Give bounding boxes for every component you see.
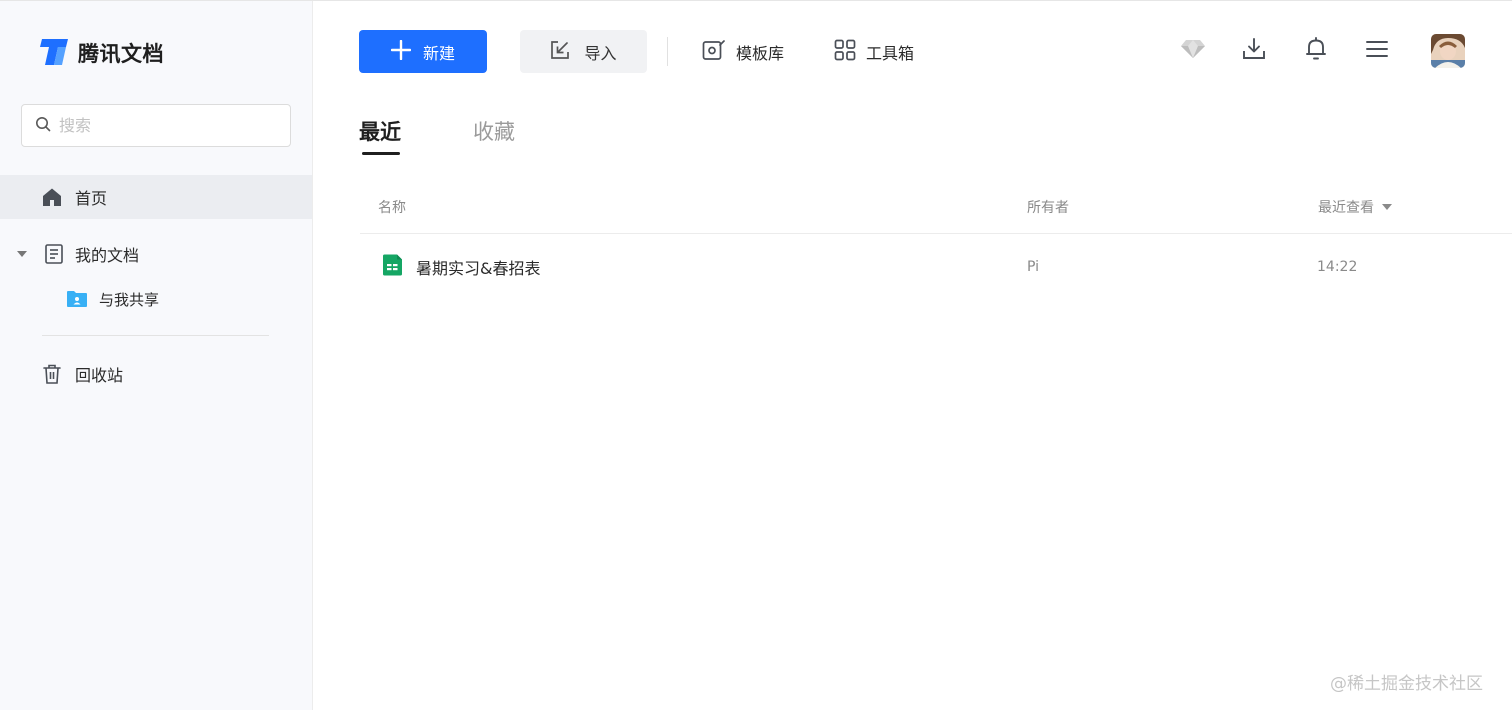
document-icon: [43, 243, 65, 265]
active-tab-indicator: [362, 152, 400, 155]
column-header-last-viewed[interactable]: 最近查看: [1318, 197, 1392, 217]
user-avatar[interactable]: [1431, 34, 1465, 68]
home-icon: [41, 186, 63, 208]
expand-caret-icon[interactable]: [17, 251, 27, 257]
menu-icon: [1366, 40, 1388, 62]
toolbox-button[interactable]: 工具箱: [834, 30, 914, 73]
import-button-label: 导入: [584, 43, 617, 63]
template-library-button[interactable]: 模板库: [702, 30, 784, 73]
import-icon: [550, 40, 570, 64]
sidebar-item-label: 与我共享: [99, 290, 160, 309]
sidebar-item-label: 我的文档: [75, 246, 140, 265]
watermark: @稀土掘金技术社区: [1330, 674, 1483, 694]
column-header-name: 名称: [378, 200, 406, 216]
download-icon: [1242, 38, 1266, 64]
column-header-owner: 所有者: [1027, 200, 1069, 216]
table-row[interactable]: 暑期实习&春招表 Pi 14:22: [360, 245, 1512, 289]
file-name: 暑期实习&春招表: [416, 259, 541, 278]
trash-icon: [41, 363, 63, 385]
bell-icon: [1305, 37, 1327, 65]
column-header-label: 最近查看: [1318, 200, 1374, 216]
sidebar: 腾讯文档 首页: [0, 1, 313, 710]
file-owner: Pi: [1027, 259, 1040, 275]
grid-icon: [834, 39, 856, 65]
sort-caret-icon: [1382, 204, 1392, 210]
sidebar-item-shared-with-me[interactable]: 与我共享: [0, 277, 312, 321]
app-window: 腾讯文档 首页: [0, 0, 1512, 710]
diamond-icon: [1180, 39, 1206, 63]
search-input[interactable]: [59, 116, 269, 135]
membership-button[interactable]: [1179, 37, 1207, 65]
toolbar-divider: [667, 37, 668, 66]
sidebar-item-label: 首页: [75, 189, 108, 208]
tencent-docs-logo-icon: [38, 36, 72, 70]
table-header-divider: [360, 233, 1512, 234]
app-name: 腾讯文档: [78, 42, 164, 66]
sidebar-item-trash[interactable]: 回收站: [0, 352, 312, 396]
download-button[interactable]: [1240, 37, 1268, 65]
plus-icon: [390, 39, 412, 64]
template-library-label: 模板库: [736, 43, 785, 63]
notifications-button[interactable]: [1302, 37, 1330, 65]
new-button[interactable]: 新建: [359, 30, 487, 73]
sidebar-item-label: 回收站: [75, 366, 124, 385]
app-logo[interactable]: 腾讯文档: [38, 36, 164, 70]
shared-folder-icon: [66, 288, 88, 310]
import-button[interactable]: 导入: [520, 30, 647, 73]
toolbox-label: 工具箱: [866, 43, 915, 63]
sidebar-divider: [42, 335, 269, 336]
file-name-cell: 暑期实习&春招表: [382, 245, 540, 289]
file-last-viewed: 14:22: [1317, 259, 1358, 275]
tab-favorites[interactable]: 收藏: [473, 116, 515, 146]
sidebar-item-my-docs[interactable]: 我的文档: [0, 232, 312, 276]
new-button-label: 新建: [422, 43, 455, 63]
spreadsheet-icon: [382, 254, 403, 280]
sidebar-item-home[interactable]: 首页: [0, 175, 312, 219]
main-menu-button[interactable]: [1363, 37, 1391, 65]
search-icon: [35, 116, 51, 136]
search-box[interactable]: [21, 104, 291, 147]
template-icon: [702, 39, 726, 65]
tab-recent[interactable]: 最近: [359, 116, 401, 146]
